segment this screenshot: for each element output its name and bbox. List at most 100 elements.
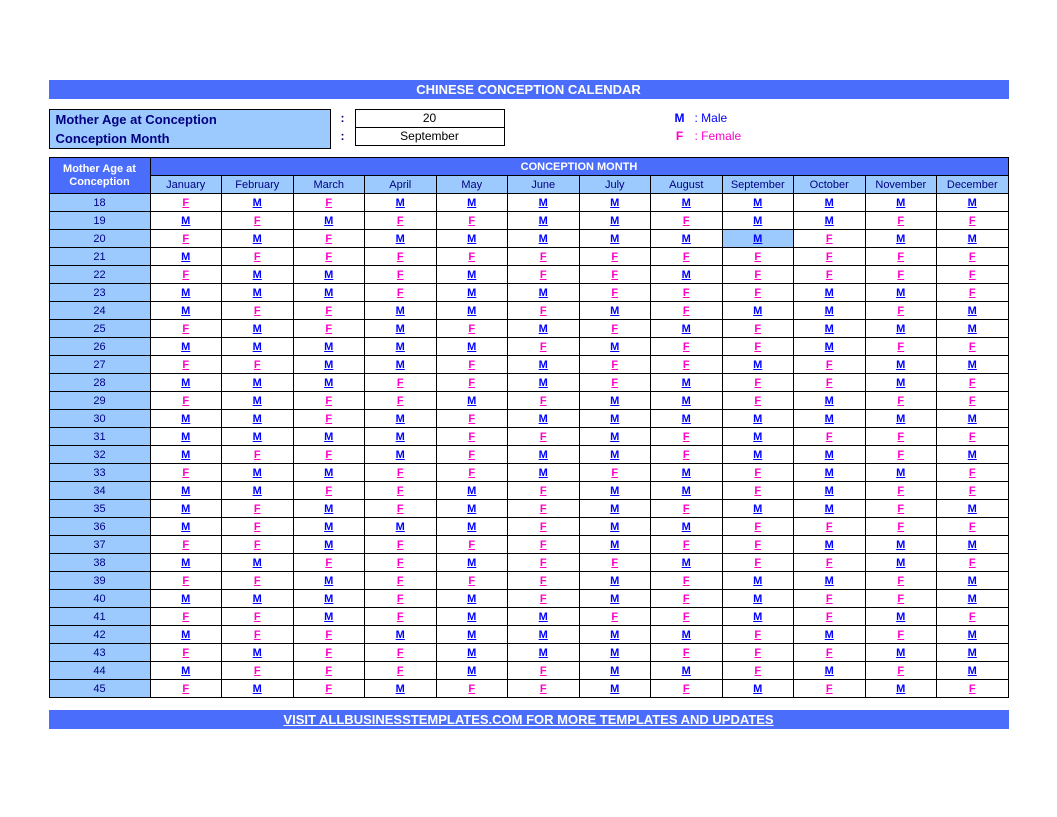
data-cell[interactable]: M	[293, 536, 365, 554]
data-cell[interactable]: M	[508, 626, 580, 644]
data-cell[interactable]: M	[794, 284, 866, 302]
data-cell[interactable]: F	[722, 536, 794, 554]
data-cell[interactable]: F	[508, 590, 580, 608]
male-link[interactable]: M	[253, 323, 262, 335]
data-cell[interactable]: M	[436, 338, 508, 356]
male-link[interactable]: M	[324, 575, 333, 587]
data-cell[interactable]: F	[222, 248, 294, 266]
data-cell[interactable]: M	[436, 626, 508, 644]
male-link[interactable]: M	[324, 359, 333, 371]
female-link[interactable]: F	[397, 611, 404, 623]
data-cell[interactable]: F	[293, 392, 365, 410]
female-link[interactable]: F	[182, 611, 189, 623]
data-cell[interactable]: M	[436, 482, 508, 500]
data-cell[interactable]: M	[865, 608, 937, 626]
female-link[interactable]: F	[897, 521, 904, 533]
data-cell[interactable]: M	[722, 410, 794, 428]
male-link[interactable]: M	[825, 539, 834, 551]
female-link[interactable]: F	[754, 647, 761, 659]
female-link[interactable]: F	[397, 215, 404, 227]
data-cell[interactable]: M	[293, 518, 365, 536]
female-link[interactable]: F	[897, 593, 904, 605]
data-cell[interactable]: M	[865, 464, 937, 482]
data-cell[interactable]: M	[651, 410, 723, 428]
data-cell[interactable]: M	[579, 500, 651, 518]
female-link[interactable]: F	[468, 413, 475, 425]
male-link[interactable]: M	[181, 521, 190, 533]
female-link[interactable]: F	[969, 485, 976, 497]
female-link[interactable]: F	[468, 431, 475, 443]
female-link[interactable]: F	[754, 251, 761, 263]
data-cell[interactable]: M	[365, 680, 437, 698]
female-link[interactable]: F	[397, 269, 404, 281]
female-link[interactable]: F	[397, 287, 404, 299]
data-cell[interactable]: M	[937, 410, 1009, 428]
data-cell[interactable]: F	[579, 554, 651, 572]
male-link[interactable]: M	[682, 665, 691, 677]
data-cell[interactable]: F	[508, 428, 580, 446]
data-cell[interactable]: M	[579, 662, 651, 680]
female-link[interactable]: F	[325, 557, 332, 569]
male-link[interactable]: M	[825, 629, 834, 641]
data-cell[interactable]: M	[865, 644, 937, 662]
data-cell[interactable]: M	[937, 320, 1009, 338]
male-link[interactable]: M	[825, 449, 834, 461]
male-link[interactable]: M	[396, 197, 405, 209]
data-cell[interactable]: M	[651, 392, 723, 410]
data-cell[interactable]: F	[150, 572, 222, 590]
female-link[interactable]: F	[540, 521, 547, 533]
female-link[interactable]: F	[969, 341, 976, 353]
data-cell[interactable]: F	[293, 662, 365, 680]
female-link[interactable]: F	[683, 539, 690, 551]
male-link[interactable]: M	[324, 503, 333, 515]
data-cell[interactable]: F	[722, 554, 794, 572]
data-cell[interactable]: M	[794, 302, 866, 320]
data-cell[interactable]: F	[293, 194, 365, 212]
male-link[interactable]: M	[181, 413, 190, 425]
male-link[interactable]: M	[467, 629, 476, 641]
female-link[interactable]: F	[897, 215, 904, 227]
male-link[interactable]: M	[968, 359, 977, 371]
male-link[interactable]: M	[181, 431, 190, 443]
male-link[interactable]: M	[968, 665, 977, 677]
female-link[interactable]: F	[325, 197, 332, 209]
female-link[interactable]: F	[897, 485, 904, 497]
data-cell[interactable]: M	[722, 608, 794, 626]
data-cell[interactable]: M	[293, 608, 365, 626]
male-link[interactable]: M	[253, 197, 262, 209]
data-cell[interactable]: M	[579, 428, 651, 446]
female-link[interactable]: F	[683, 611, 690, 623]
data-cell[interactable]: F	[722, 338, 794, 356]
female-link[interactable]: F	[397, 647, 404, 659]
data-cell[interactable]: M	[150, 518, 222, 536]
female-link[interactable]: F	[540, 485, 547, 497]
male-link[interactable]: M	[753, 575, 762, 587]
data-cell[interactable]: M	[937, 590, 1009, 608]
data-cell[interactable]: F	[651, 212, 723, 230]
male-link[interactable]: M	[682, 323, 691, 335]
data-cell[interactable]: F	[794, 356, 866, 374]
male-link[interactable]: M	[610, 629, 619, 641]
female-link[interactable]: F	[182, 197, 189, 209]
male-link[interactable]: M	[825, 665, 834, 677]
data-cell[interactable]: F	[937, 428, 1009, 446]
male-link[interactable]: M	[467, 503, 476, 515]
male-link[interactable]: M	[753, 431, 762, 443]
female-link[interactable]: F	[468, 449, 475, 461]
data-cell[interactable]: M	[579, 302, 651, 320]
data-cell[interactable]: F	[365, 572, 437, 590]
female-link[interactable]: F	[826, 593, 833, 605]
male-link[interactable]: M	[253, 413, 262, 425]
data-cell[interactable]: M	[651, 482, 723, 500]
female-link[interactable]: F	[397, 539, 404, 551]
male-link[interactable]: M	[181, 449, 190, 461]
data-cell[interactable]: F	[937, 284, 1009, 302]
male-link[interactable]: M	[896, 413, 905, 425]
data-cell[interactable]: F	[150, 464, 222, 482]
data-cell[interactable]: F	[508, 302, 580, 320]
data-cell[interactable]: M	[365, 446, 437, 464]
data-cell[interactable]: F	[865, 446, 937, 464]
female-link[interactable]: F	[969, 557, 976, 569]
data-cell[interactable]: F	[293, 482, 365, 500]
male-link[interactable]: M	[610, 233, 619, 245]
